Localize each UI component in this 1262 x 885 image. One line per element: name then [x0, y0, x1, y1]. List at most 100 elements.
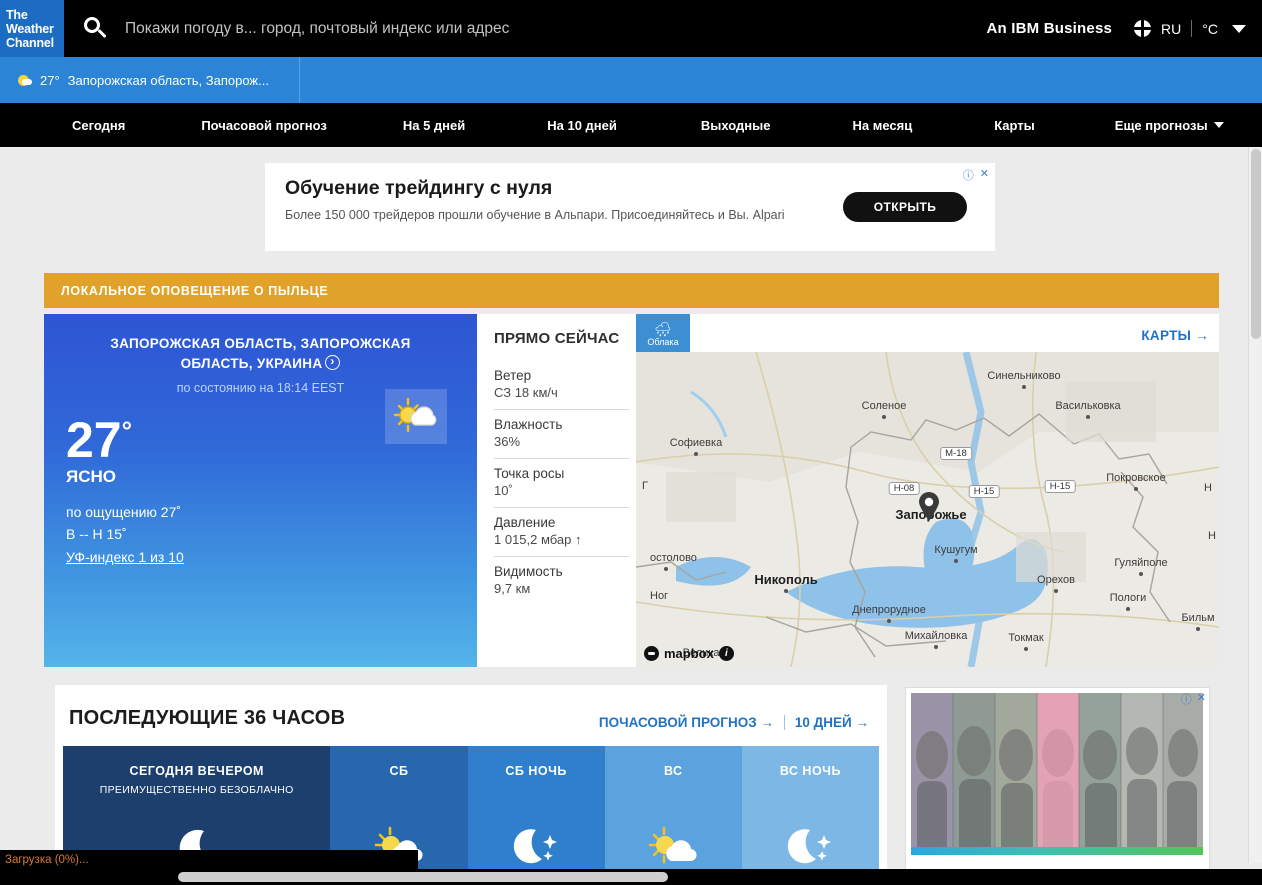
nav-label: На месяц [852, 117, 913, 133]
map-label: Синельниково [987, 370, 1061, 382]
horizontal-scrollbar[interactable] [0, 869, 1262, 885]
map-panel: 🌧 Облака КАРТЫ → Синельниково Соленое Ва… [636, 314, 1219, 667]
map-label: Г [642, 480, 648, 492]
metric-value: 10˚ [494, 482, 513, 498]
map-layer-button-clouds[interactable]: 🌧 Облака [636, 314, 690, 354]
metric-label: Давление [494, 514, 556, 530]
location-tab-name: Запорожская область, Запорож... [67, 72, 269, 88]
nav-item-maps[interactable]: Карты [984, 118, 1045, 133]
maps-link[interactable]: КАРТЫ → [1141, 328, 1209, 343]
info-icon[interactable]: ⓘ [963, 167, 974, 183]
forecast-tile-sun[interactable]: ВС [604, 746, 742, 876]
top-advertisement[interactable]: ⓘ ✕ Обучение трейдингу с нуля Более 150 … [265, 163, 995, 251]
ad-color-strip [911, 847, 1203, 855]
map-label: Соленое [861, 400, 907, 412]
mapbox-logo-icon [644, 646, 659, 661]
nav-item-more-forecasts[interactable]: Еще прогнозы [1105, 118, 1234, 133]
current-condition-text: ЯСНО [66, 466, 116, 486]
ad-image [911, 693, 1203, 855]
nav-item-10day[interactable]: На 10 дней [537, 118, 627, 133]
tile-condition: ПРЕИМУЩЕСТВЕННО БЕЗОБЛАЧНО [99, 784, 294, 796]
ten-day-link[interactable]: 10 ДНЕЙ → [795, 715, 869, 730]
info-icon[interactable]: i [718, 646, 734, 661]
right-now-row: Давление 1 015,2 мбар ↑ [494, 508, 629, 557]
horizontal-scrollbar-thumb[interactable] [178, 872, 668, 882]
status-text: Загрузка (0%)... [5, 853, 89, 866]
moon-stars-icon [784, 825, 836, 874]
right-now-row: Влажность 36% [494, 410, 629, 459]
pollen-alert-banner[interactable]: ЛОКАЛЬНОЕ ОПОВЕЩЕНИЕ О ПЫЛЬЦЕ [44, 273, 1219, 308]
forecast-tile-sun-night[interactable]: ВС НОЧЬ [741, 746, 879, 876]
location-arrow-icon[interactable] [325, 353, 341, 370]
close-icon[interactable]: ✕ [1197, 691, 1206, 707]
close-icon[interactable]: ✕ [980, 167, 989, 183]
status-bar: Загрузка (0%)... [0, 850, 418, 869]
nav-item-hourly[interactable]: Почасовой прогноз [191, 118, 337, 133]
vertical-scrollbar[interactable] [1248, 147, 1262, 863]
metric-value: 1 015,2 мбар ↑ [494, 531, 582, 547]
location-title: ЗАПОРОЖСКАЯ ОБЛАСТЬ, ЗАПОРОЖСКАЯ ОБЛАСТЬ… [66, 334, 455, 373]
map-label: Покровское [1106, 472, 1166, 484]
location-tab[interactable]: 27° Запорожская область, Запорож... [0, 57, 300, 103]
nav-label: Карты [994, 117, 1035, 133]
main-navigation: Сегодня Почасовой прогноз На 5 дней На 1… [0, 103, 1262, 147]
nav-item-5day[interactable]: На 5 дней [393, 118, 475, 133]
map-image[interactable]: Синельниково Соленое Васильковка Софиевк… [636, 352, 1219, 667]
section-title: ПОСЛЕДУЮЩИЕ 36 ЧАСОВ [69, 707, 346, 729]
map-label: Ног [650, 590, 669, 602]
logo-line-3: Channel [6, 35, 54, 50]
location-tab-strip: 27° Запорожская область, Запорож... [0, 57, 1262, 103]
globe-icon[interactable] [1134, 20, 1152, 37]
forecast-tile-sat-night[interactable]: СБ НОЧЬ [467, 746, 605, 876]
language-selector[interactable]: RU [1161, 21, 1181, 37]
location-tab-temp: 27° [40, 72, 60, 88]
uv-index[interactable]: УФ-индекс 1 из 10 [66, 546, 455, 569]
unit-selector[interactable]: °C [1202, 21, 1218, 37]
right-now-row: Ветер СЗ 18 км/ч [494, 361, 629, 410]
map-label-primary: Никополь [754, 572, 818, 587]
right-advertisement[interactable]: ⓘ ✕ [905, 687, 1210, 885]
temp-value: 27 [66, 412, 122, 469]
feels-like: по ощущению 27˚ [66, 503, 182, 520]
right-now-panel: ПРЯМО СЕЙЧАС Ветер СЗ 18 км/ч Влажность … [494, 330, 629, 605]
right-now-row: Точка росы 10˚ [494, 459, 629, 508]
current-conditions-panel: ЗАПОРОЖСКАЯ ОБЛАСТЬ, ЗАПОРОЖСКАЯ ОБЛАСТЬ… [44, 314, 1219, 667]
search-input[interactable]: Покажи погоду в... город, почтовый индек… [125, 20, 509, 38]
metric-value: 9,7 км [494, 580, 531, 596]
map-layer-label: Облака [647, 336, 679, 347]
map-label: H [1204, 482, 1212, 494]
sun-cloud-icon [647, 825, 699, 874]
hourly-forecast-link[interactable]: ПОЧАСОВОЙ ПРОГНОЗ → [599, 715, 774, 730]
degree-symbol: ° [121, 415, 133, 446]
location-name: ЗАПОРОЖСКАЯ ОБЛАСТЬ, ЗАПОРОЖСКАЯ ОБЛАСТЬ… [110, 336, 411, 371]
map-label: Софиевка [669, 437, 723, 449]
nav-label: Сегодня [72, 117, 126, 133]
nav-label: На 10 дней [547, 117, 617, 133]
nav-item-weekend[interactable]: Выходные [691, 118, 781, 133]
map-label: Пологи [1109, 592, 1147, 604]
mapbox-attribution[interactable]: mapbox i [644, 646, 734, 661]
page-content: ⓘ ✕ Обучение трейдингу с нуля Более 150 … [0, 147, 1248, 885]
ad-controls[interactable]: ⓘ ✕ [963, 167, 989, 183]
nav-label: На 5 дней [402, 117, 466, 133]
nav-item-today[interactable]: Сегодня [62, 118, 135, 133]
browser-viewport: The Weather Channel Покажи погоду в... г… [0, 0, 1262, 885]
vertical-scrollbar-thumb[interactable] [1251, 149, 1261, 339]
logo-line-2: Weather [6, 21, 54, 36]
moon-stars-icon [510, 825, 562, 874]
metric-label: Видимость [494, 563, 563, 579]
ad-cta-button[interactable]: ОТКРЫТЬ [843, 192, 967, 222]
chevron-down-icon[interactable] [1232, 24, 1246, 33]
site-logo[interactable]: The Weather Channel [0, 0, 64, 57]
right-now-title: ПРЯМО СЕЙЧАС [494, 330, 620, 347]
map-label: Гуляйполе [1114, 557, 1168, 569]
ad-controls[interactable]: ⓘ ✕ [1181, 691, 1206, 707]
map-label: Орехов [1037, 574, 1075, 586]
search-bar[interactable]: Покажи погоду в... город, почтовый индек… [64, 0, 987, 57]
map-label: Бильм [1181, 612, 1215, 624]
pollen-alert-text: ЛОКАЛЬНОЕ ОПОВЕЩЕНИЕ О ПЫЛЬЦЕ [61, 283, 329, 298]
info-icon[interactable]: ⓘ [1181, 691, 1192, 707]
nav-item-monthly[interactable]: На месяц [843, 118, 923, 133]
search-icon [82, 16, 108, 42]
metric-label: Влажность [494, 416, 563, 432]
